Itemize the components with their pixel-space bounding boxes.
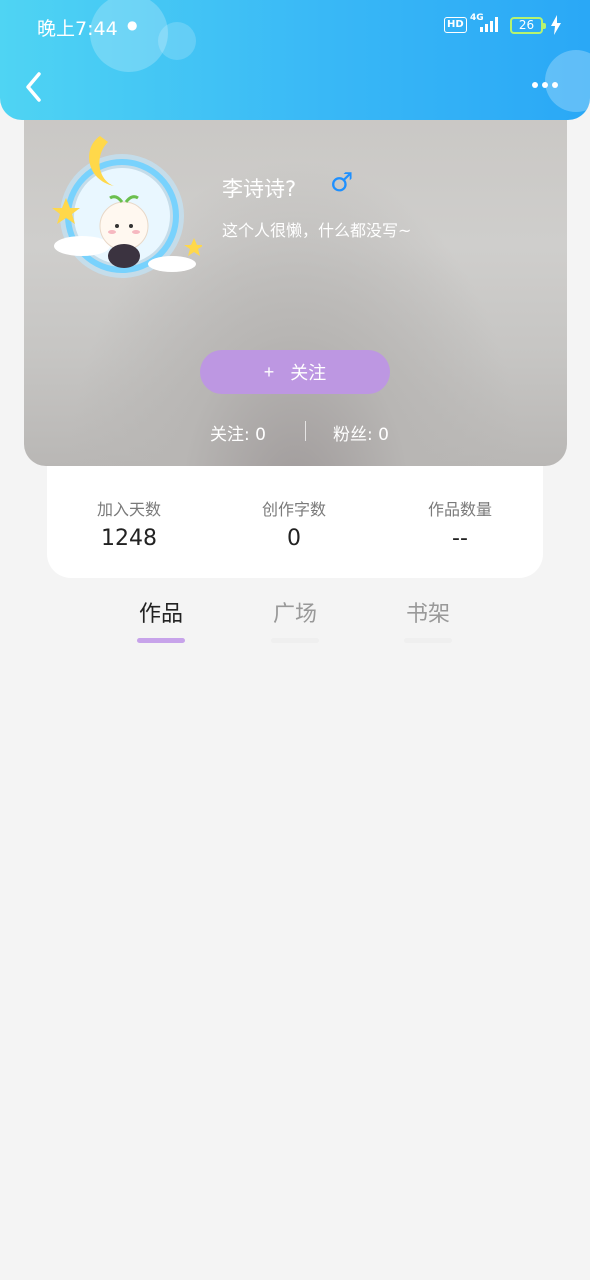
- notification-icon: ●: [127, 18, 138, 32]
- tab-label: 广场: [272, 602, 317, 627]
- follow-button-label: 关注: [290, 363, 327, 383]
- status-time: 晚上7:44: [37, 18, 118, 40]
- status-bar: 晚上7:44 ● HD 4G 26: [0, 0, 590, 52]
- tab-label: 书架: [405, 602, 450, 627]
- stats-panel: 加入天数 1248 创作字数 0 作品数量 --: [47, 462, 543, 578]
- signal-icon: [480, 17, 498, 32]
- tab-label: 作品: [138, 602, 183, 627]
- stat-label: 创作字数: [261, 500, 326, 519]
- username: 李诗诗?: [222, 177, 297, 201]
- stat-works-count: 作品数量 --: [380, 496, 540, 551]
- stat-join-days: 加入天数 1248: [49, 496, 209, 551]
- follow-stats: 关注: 0 粉丝: 0: [24, 420, 567, 445]
- tab-indicator: [137, 638, 185, 643]
- avatar[interactable]: [42, 128, 202, 288]
- stat-value: --: [452, 526, 468, 551]
- male-icon: ♂: [330, 168, 354, 198]
- tab-indicator: [271, 638, 319, 643]
- stat-value: 0: [287, 526, 301, 551]
- follow-button[interactable]: + 关注: [200, 350, 390, 394]
- dot: [552, 82, 558, 88]
- tab-square[interactable]: 广场: [245, 596, 345, 643]
- plus-icon: +: [263, 361, 275, 382]
- stat-label: 加入天数: [96, 500, 161, 519]
- dot: [532, 82, 538, 88]
- stat-word-count: 创作字数 0: [214, 496, 374, 551]
- following-count[interactable]: 关注: 0: [210, 420, 266, 445]
- dot: [542, 82, 548, 88]
- more-dots-icon[interactable]: [532, 82, 558, 88]
- divider: [305, 421, 306, 441]
- profile-card: 李诗诗? ♂ 这个人很懒，什么都没写~ + 关注 关注: 0 粉丝: 0: [24, 100, 567, 466]
- back-arrow-icon[interactable]: [22, 70, 44, 104]
- tab-indicator: [404, 638, 452, 643]
- followers-count[interactable]: 粉丝: 0: [333, 420, 389, 445]
- charging-icon: [551, 15, 561, 35]
- profile-bio: 这个人很懒，什么都没写~: [222, 221, 412, 240]
- tab-works[interactable]: 作品: [111, 596, 211, 643]
- battery-icon: 26: [510, 17, 546, 34]
- hd-badge: HD: [444, 17, 467, 33]
- stat-label: 作品数量: [427, 500, 492, 519]
- top-header: 晚上7:44 ● HD 4G 26: [0, 0, 590, 120]
- stat-value: 1248: [101, 526, 157, 551]
- tab-bookshelf[interactable]: 书架: [378, 596, 478, 643]
- decor-bubble: [545, 50, 590, 112]
